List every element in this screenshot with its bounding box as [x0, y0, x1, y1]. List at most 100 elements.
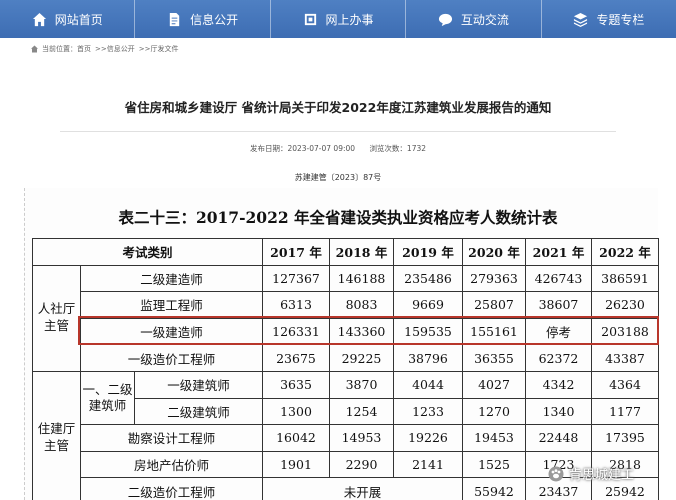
- cell: 155161: [462, 317, 526, 346]
- paw-logo-icon: [548, 466, 564, 481]
- document-icon: [169, 12, 180, 26]
- cell: 1270: [462, 397, 526, 426]
- cell: 143360: [329, 317, 394, 346]
- header-year: 2020 年: [462, 238, 526, 266]
- nav-label: 网站首页: [54, 12, 103, 27]
- nav-item-interact[interactable]: 互动交流: [406, 0, 542, 38]
- location-home-icon: [31, 45, 38, 53]
- cell: 1300: [262, 397, 330, 426]
- header-year: 2018 年: [329, 238, 394, 266]
- cell: 3635: [262, 370, 330, 399]
- cell: 22448: [525, 424, 592, 452]
- cell: 25807: [462, 291, 526, 319]
- watermark-text: 肯思城建工: [569, 468, 635, 483]
- cell: 9669: [393, 291, 463, 319]
- group-label-mohurd: 住建厅 主管: [32, 370, 81, 500]
- row-name: 二级建造师: [80, 264, 263, 293]
- cell: 19226: [393, 424, 463, 452]
- cell: 203188: [591, 317, 659, 346]
- publish-date: 发布日期：2023-07-07 09:00: [249, 144, 356, 153]
- row-name: 一级建筑师: [134, 370, 263, 399]
- breadcrumb-docs[interactable]: >>厅发文件: [139, 44, 179, 54]
- cell: 停考: [525, 317, 592, 346]
- row-name: 二级建筑师: [134, 397, 263, 426]
- view-count: 浏览次数：1732: [369, 144, 427, 153]
- sub-group-architect: 一、二级 建筑师: [80, 370, 135, 426]
- cell: 4044: [393, 370, 463, 399]
- row-name: 一级造价工程师: [80, 344, 263, 372]
- cell: 62372: [525, 344, 592, 372]
- row-name: 勘察设计工程师: [80, 424, 263, 452]
- cell: 1233: [393, 397, 463, 426]
- group-label-line: 主管: [43, 318, 69, 334]
- row-name: 房地产估价师: [80, 450, 263, 479]
- watermark: 肯思城建工: [548, 464, 634, 483]
- header-year: 2017 年: [262, 238, 330, 266]
- home-icon: [32, 12, 46, 26]
- table-row: 一级造价工程师 23675 29225 38796 36355 62372 43…: [33, 344, 659, 372]
- group-label-line: 人社厅: [37, 301, 76, 317]
- cell: 6313: [262, 291, 330, 319]
- row-name: 一级建造师: [80, 317, 263, 346]
- merged-cell: 未开展: [262, 477, 463, 500]
- cell: 146188: [329, 264, 394, 293]
- title-divider: [60, 131, 616, 132]
- cell: 17395: [591, 424, 659, 452]
- cell: 29225: [329, 344, 394, 372]
- cell: 16042: [262, 424, 330, 452]
- table-row: 人社厅 主管 二级建造师 127367 146188 235486 279363…: [32, 264, 659, 372]
- header-category: 考试类别: [32, 238, 263, 266]
- nav-label: 互动交流: [460, 12, 509, 27]
- cell: 14953: [329, 424, 394, 452]
- group-label-line: 主管: [43, 437, 69, 453]
- table-row: 住建厅 主管 一、二级 建筑师 一级建筑师 3635 3870 4044 402…: [32, 370, 659, 500]
- cell: 1177: [591, 397, 659, 426]
- header-year: 2022 年: [591, 238, 659, 266]
- breadcrumb-current[interactable]: 当前位置：首页: [42, 44, 91, 54]
- article-title: 省住房和城乡建设厅 省统计局关于印发2022年度江苏建筑业发展报告的通知: [124, 100, 552, 115]
- nav-label: 信息公开: [190, 12, 239, 27]
- table-row: 监理工程师 6313 8083 9669 25807 38607 26230: [33, 291, 659, 319]
- cell: 38607: [525, 291, 592, 319]
- cell: 55942: [462, 477, 526, 500]
- row-name: 二级造价工程师: [80, 477, 263, 500]
- nav-item-info[interactable]: 信息公开: [135, 0, 271, 38]
- cell: 235486: [393, 264, 463, 293]
- cell: 159535: [393, 317, 463, 346]
- cell: 279363: [462, 264, 526, 293]
- header-row: 考试类别 2017 年 2018 年 2019 年 2020 年 2021 年 …: [32, 238, 659, 266]
- cell: 426743: [525, 264, 592, 293]
- header-year: 2019 年: [393, 238, 463, 266]
- nav-item-service[interactable]: 网上办事: [271, 0, 407, 38]
- cell: 4364: [591, 370, 659, 399]
- row-name: 监理工程师: [80, 291, 263, 319]
- chat-icon: [438, 13, 452, 26]
- cell: 126331: [262, 317, 330, 346]
- nav-item-home[interactable]: 网站首页: [0, 0, 136, 38]
- nav-label: 网上办事: [325, 12, 374, 27]
- cell: 1340: [525, 397, 592, 426]
- group-label-line: 住建厅: [37, 421, 76, 437]
- cell: 26230: [591, 291, 659, 319]
- header-year: 2021 年: [525, 238, 592, 266]
- cell: 2290: [329, 450, 394, 479]
- cell: 1525: [462, 450, 526, 479]
- cell: 1901: [262, 450, 330, 479]
- cell: 36355: [462, 344, 526, 372]
- topic-icon: [574, 12, 588, 27]
- nav-label: 专题专栏: [596, 12, 645, 27]
- table-title: 表二十三：2017-2022 年全省建设类执业资格应考人数统计表: [118, 208, 558, 227]
- breadcrumb-info[interactable]: >>信息公开: [95, 44, 135, 54]
- exam-statistics-table: 考试类别 2017 年 2018 年 2019 年 2020 年 2021 年 …: [32, 238, 659, 500]
- nav-item-topics[interactable]: 专题专栏: [542, 0, 676, 38]
- cell: 23675: [262, 344, 330, 372]
- top-nav: 网站首页 信息公开 网上办事 互动交流 专题专栏: [0, 0, 676, 38]
- cell: 4027: [462, 370, 526, 399]
- document-number: 苏建建管〔2023〕87号: [294, 173, 382, 182]
- breadcrumb: 当前位置：首页 >>信息公开 >>厅发文件: [30, 44, 182, 54]
- table-row-highlighted: 一级建造师 126331 143360 159535 155161 停考 203…: [33, 317, 659, 346]
- cell: 4342: [525, 370, 592, 399]
- cell: 43387: [591, 344, 659, 372]
- cell: 1254: [329, 397, 394, 426]
- cell: 38796: [393, 344, 463, 372]
